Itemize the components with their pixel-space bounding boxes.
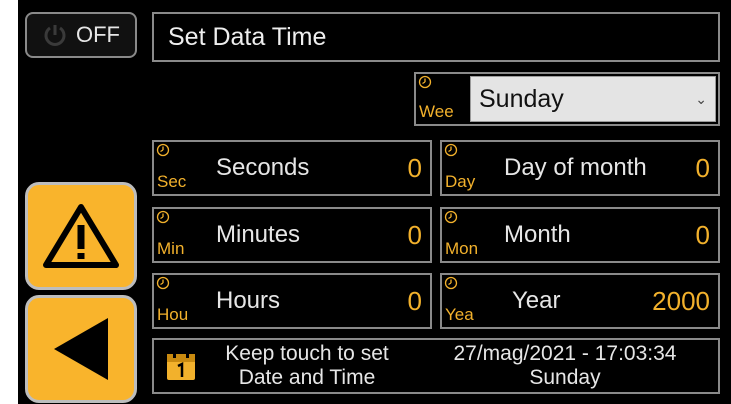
weekday-tag: Wee <box>416 74 470 124</box>
current-date-time: 27/mag/2021 - 17:03:34 Sunday <box>412 342 718 390</box>
hint-line-2: Date and Time <box>238 366 376 389</box>
clock-icon <box>444 210 458 224</box>
hint-line-1: Keep touch to set <box>225 342 389 365</box>
clock-icon <box>156 276 170 290</box>
clock-icon <box>444 143 458 157</box>
seconds-value: 0 <box>407 152 422 183</box>
month-tag-label: Mon <box>445 239 479 258</box>
weekday-value: Sunday <box>479 84 564 113</box>
day-tag-label: Day <box>445 172 476 191</box>
power-off-button[interactable]: OFF <box>25 12 137 58</box>
clock-icon <box>418 75 432 89</box>
month-field[interactable]: Mon Month 0 <box>440 207 720 263</box>
screen: OFF Set Data Time Wee Sunday ⌄ Sec Secon… <box>18 0 731 404</box>
calendar-icon <box>167 351 195 380</box>
day-of-month-label: Day of month <box>504 154 647 181</box>
weekday-tag-label: Wee <box>419 102 454 121</box>
weekday-dropdown[interactable]: Sunday ⌄ <box>470 76 716 122</box>
day-tag: Day <box>442 142 496 194</box>
chevron-down-icon: ⌄ <box>695 90 707 107</box>
hours-tag-label: Hou <box>157 305 189 324</box>
day-of-month-field[interactable]: Day Day of month 0 <box>440 140 720 196</box>
minutes-value: 0 <box>407 219 422 250</box>
hours-field[interactable]: Hou Hours 0 <box>152 273 432 329</box>
current-day-value: Sunday <box>529 366 601 389</box>
back-arrow-icon <box>54 318 108 380</box>
month-label: Month <box>504 221 571 248</box>
year-tag-label: Yea <box>445 305 474 324</box>
clock-icon <box>156 210 170 224</box>
current-datetime-value: 27/mag/2021 - 17:03:34 <box>453 342 677 365</box>
month-value: 0 <box>695 219 710 250</box>
date-time-bar[interactable]: Keep touch to set Date and Time 27/mag/2… <box>152 338 720 394</box>
year-field[interactable]: Yea Year 2000 <box>440 273 720 329</box>
power-icon <box>44 25 66 46</box>
clock-icon <box>444 276 458 290</box>
hours-tag: Hou <box>154 275 208 327</box>
year-label: Year <box>512 287 561 314</box>
hours-label: Hours <box>216 287 281 314</box>
power-off-label: OFF <box>76 22 120 47</box>
back-button[interactable] <box>25 295 137 403</box>
day-of-month-value: 0 <box>695 152 710 183</box>
set-date-time-hint: Keep touch to set Date and Time <box>202 342 412 390</box>
minutes-field[interactable]: Min Minutes 0 <box>152 207 432 263</box>
month-tag: Mon <box>442 209 496 261</box>
weekday-field: Wee Sunday ⌄ <box>414 72 720 126</box>
year-tag: Yea <box>442 275 496 327</box>
warning-icon <box>43 204 119 268</box>
page-title: Set Data Time <box>152 12 720 62</box>
seconds-tag: Sec <box>154 142 208 194</box>
seconds-tag-label: Sec <box>157 172 187 191</box>
alarm-button[interactable] <box>25 182 137 290</box>
hours-value: 0 <box>407 285 422 316</box>
minutes-tag-label: Min <box>157 239 185 258</box>
minutes-label: Minutes <box>216 221 301 248</box>
clock-icon <box>156 143 170 157</box>
seconds-label: Seconds <box>216 154 310 181</box>
seconds-field[interactable]: Sec Seconds 0 <box>152 140 432 196</box>
minutes-tag: Min <box>154 209 208 261</box>
year-value: 2000 <box>652 285 710 316</box>
